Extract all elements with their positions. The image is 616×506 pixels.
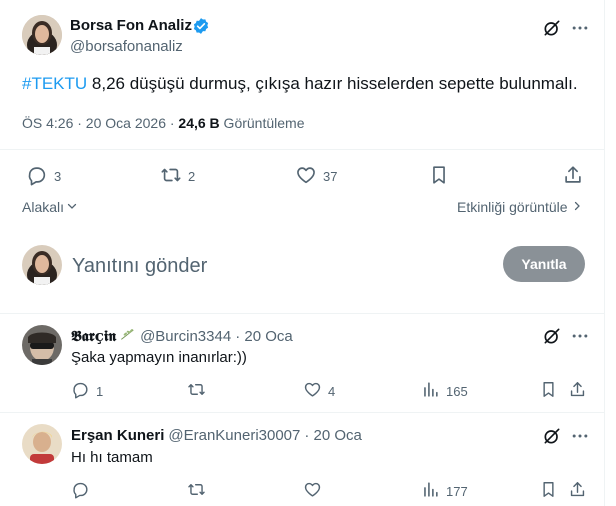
chevron-right-icon [571,199,583,215]
like-action[interactable] [303,480,328,502]
reply-button[interactable]: Yanıtla [503,246,585,282]
reply-icon [71,380,90,402]
like-count: 37 [323,169,338,184]
reply-action[interactable]: 1 [71,380,103,402]
reply-action[interactable]: 3 [26,164,61,189]
bookmark-icon[interactable] [428,164,450,186]
repost-count: 2 [188,169,196,184]
heart-icon [295,164,317,189]
reply-date[interactable]: · 20 Oca [304,427,362,444]
post-text: #TEKTU 8,26 düşüşü durmuş, çıkışa hazır … [22,74,578,94]
author-handle[interactable]: @borsafonanaliz [70,38,183,55]
reply-avatar[interactable] [22,424,62,464]
repost-icon [160,164,182,189]
divider [0,313,604,314]
more-options-icon[interactable] [570,18,590,38]
olive-branch-icon [120,327,136,345]
repost-action[interactable] [187,480,212,502]
repost-icon [187,480,206,502]
views-chart-icon [421,380,440,402]
reply-avatar[interactable] [22,325,62,365]
divider [0,149,604,150]
repost-action[interactable] [187,380,212,402]
repost-icon [187,380,206,402]
divider [0,412,604,413]
reply-header: Erşan Kuneri @EranKuneri30007 · 20 Oca [71,427,362,444]
reply-count: 1 [96,383,104,399]
views-count: 24,6 B [178,115,220,131]
column-border [604,0,605,506]
like-count: 4 [328,383,336,399]
grok-icon[interactable] [542,326,562,346]
repost-action[interactable]: 2 [160,164,195,189]
views-label: Görüntüleme [219,115,305,131]
reply-author-handle[interactable]: @Burcin3344 [140,328,231,345]
reply-author-handle[interactable]: @EranKuneri30007 [168,427,300,444]
views-chart-icon [421,480,440,502]
grok-icon[interactable] [542,426,562,446]
views-action[interactable]: 165 [421,380,468,402]
current-user-avatar[interactable] [22,245,62,285]
heart-icon [303,480,322,502]
engagement-label: Etkinliği görüntüle [457,199,568,215]
reply-icon [26,164,48,189]
bookmark-icon[interactable] [539,380,558,399]
sort-label: Alakalı [22,199,65,215]
views-count: 165 [446,383,468,399]
reply-action[interactable] [71,480,96,502]
views-action[interactable]: 177 [421,480,468,502]
reply-icon [71,480,90,502]
like-action[interactable]: 37 [295,164,337,189]
post-meta: ÖS 4:26 · 20 Oca 2026 · 24,6 B Görüntüle… [22,115,305,131]
heart-icon [303,380,322,402]
reply-text: Hı hı tamam [71,449,153,466]
reply-date[interactable]: · 20 Oca [235,328,293,345]
verified-badge-icon [192,17,210,35]
sort-dropdown[interactable]: Alakalı [22,199,78,215]
reply-input[interactable]: Yanıtını gönder [72,255,207,278]
view-engagement-link[interactable]: Etkinliği görüntüle [457,199,583,215]
reply-author-name[interactable]: 𝕭𝖆𝖗ç𝖎𝖓 [71,327,116,345]
reply-author-name[interactable]: Erşan Kuneri [71,427,164,444]
author-name[interactable]: Borsa Fon Analiz [70,17,192,34]
share-icon[interactable] [568,480,587,499]
reply-count: 3 [54,169,62,184]
views-count: 177 [446,483,468,499]
share-icon[interactable] [562,164,584,186]
post-timestamp[interactable]: ÖS 4:26 · 20 Oca 2026 · [22,115,178,131]
post-body-text: 8,26 düşüşü durmuş, çıkışa hazır hissele… [87,74,578,93]
author-avatar[interactable] [22,15,62,55]
more-options-icon[interactable] [570,426,590,446]
grok-icon[interactable] [542,18,562,38]
share-icon[interactable] [568,380,587,399]
reply-header: 𝕭𝖆𝖗ç𝖎𝖓 @Burcin3344 · 20 Oca [71,327,293,345]
more-options-icon[interactable] [570,326,590,346]
reply-text: Şaka yapmayın inanırlar:)) [71,349,247,366]
like-action[interactable]: 4 [303,380,335,402]
chevron-down-icon [66,199,78,215]
bookmark-icon[interactable] [539,480,558,499]
hashtag-link[interactable]: #TEKTU [22,74,87,93]
